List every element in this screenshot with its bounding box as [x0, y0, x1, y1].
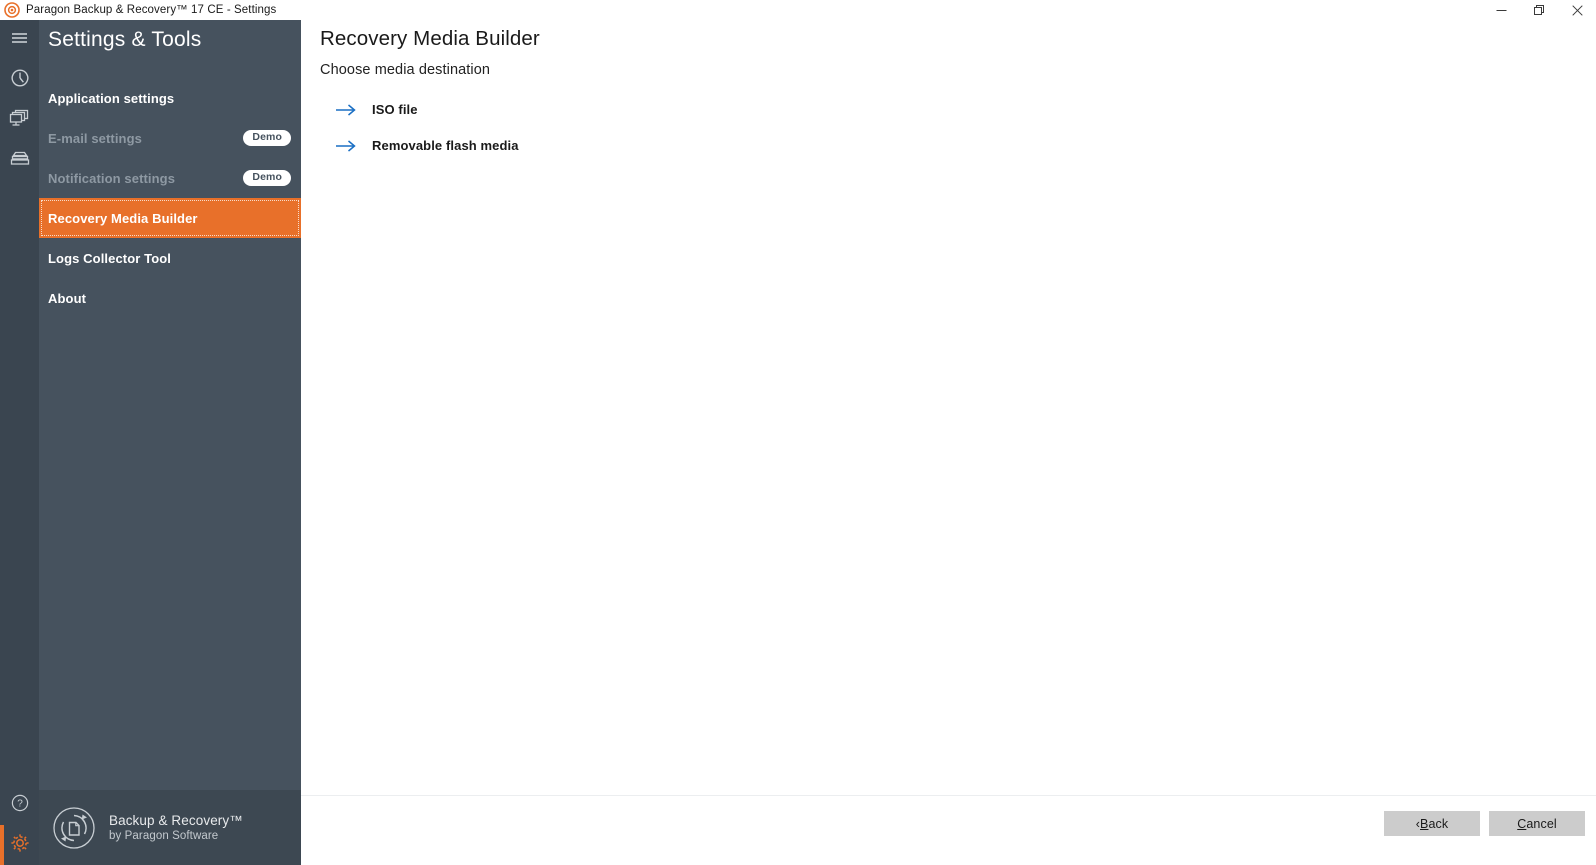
monitors-icon	[9, 108, 31, 133]
sidebar-item-notification-settings[interactable]: Notification settings Demo	[39, 158, 301, 198]
demo-badge: Demo	[243, 130, 291, 146]
brand-text-block: Backup & Recovery™ by Paragon Software	[109, 813, 243, 842]
option-label: Removable flash media	[372, 138, 519, 153]
back-button-accel: B	[1420, 816, 1429, 831]
sidebar-item-label: E-mail settings	[48, 130, 142, 146]
sidebar-brand-footer: Backup & Recovery™ by Paragon Software	[39, 790, 301, 865]
brand-product-name: Backup & Recovery™	[109, 813, 243, 828]
sidebar-item-label: Logs Collector Tool	[48, 250, 171, 266]
sidebar-item-label: About	[48, 290, 87, 306]
backup-recovery-circle-icon	[52, 806, 96, 850]
sidebar-item-logs-collector-tool[interactable]: Logs Collector Tool	[39, 238, 301, 278]
rail-item-drives[interactable]	[0, 140, 39, 180]
cancel-button-accel: C	[1517, 816, 1527, 831]
minimize-icon	[1496, 9, 1506, 11]
restore-icon	[1533, 4, 1544, 15]
option-removable-flash-media[interactable]: Removable flash media	[335, 134, 519, 157]
hamburger-icon	[11, 31, 28, 49]
rail-item-history[interactable]	[0, 60, 39, 100]
sidebar-item-recovery-media-builder[interactable]: Recovery Media Builder	[39, 198, 301, 238]
sidebar-item-label: Notification settings	[48, 170, 176, 186]
brand-vendor: by Paragon Software	[109, 830, 219, 842]
option-iso-file[interactable]: ISO file	[335, 98, 519, 121]
sidebar-item-email-settings[interactable]: E-mail settings Demo	[39, 118, 301, 158]
back-button-rest: ack	[1428, 816, 1449, 831]
demo-badge: Demo	[243, 170, 291, 186]
option-label: ISO file	[372, 102, 418, 117]
sidebar-item-application-settings[interactable]: Application settings	[39, 78, 301, 118]
main-content: Recovery Media Builder Choose media dest…	[301, 20, 1596, 865]
media-destination-options: ISO file Removable flash media	[335, 98, 519, 170]
paragon-logo-icon	[4, 2, 20, 18]
gear-icon	[10, 833, 30, 858]
rail-item-help[interactable]: ?	[0, 785, 39, 825]
sidebar-item-about[interactable]: About	[39, 278, 301, 318]
restore-button[interactable]	[1520, 0, 1558, 20]
rail-item-settings[interactable]	[0, 825, 39, 865]
sidebar-title: Settings & Tools	[48, 28, 202, 51]
active-rail-accent	[0, 825, 4, 865]
rail-item-computers[interactable]	[0, 100, 39, 140]
sidebar-nav-list: Application settings E-mail settings Dem…	[39, 78, 301, 318]
window-controls	[1482, 0, 1596, 20]
page-title: Recovery Media Builder	[320, 27, 540, 50]
clock-icon	[10, 68, 30, 93]
arrow-right-icon	[335, 103, 357, 117]
sidebar-item-label: Recovery Media Builder	[48, 210, 198, 226]
sidebar-item-label: Application settings	[48, 90, 175, 106]
footer-separator	[301, 795, 1596, 796]
arrow-right-icon	[335, 139, 357, 153]
cancel-button[interactable]: Cancel	[1489, 811, 1585, 836]
rail-item-hamburger-menu[interactable]	[0, 20, 39, 60]
window-title: Paragon Backup & Recovery™ 17 CE - Setti…	[26, 4, 277, 16]
sidebar: Settings & Tools Application settings E-…	[39, 20, 301, 865]
disk-stack-icon	[9, 149, 31, 172]
minimize-button[interactable]	[1482, 0, 1520, 20]
cancel-button-rest: ancel	[1526, 816, 1557, 831]
back-button[interactable]: ‹ Back	[1384, 811, 1480, 836]
window-titlebar: Paragon Backup & Recovery™ 17 CE - Setti…	[0, 0, 1596, 20]
svg-text:?: ?	[17, 798, 23, 809]
help-circle-icon: ?	[11, 794, 29, 817]
icon-rail: ?	[0, 20, 39, 865]
close-button[interactable]	[1558, 0, 1596, 20]
sidebar-header: Settings & Tools	[39, 20, 301, 60]
close-icon	[1571, 4, 1583, 16]
dialog-button-bar: ‹ Back Cancel	[1384, 811, 1585, 836]
page-subtitle: Choose media destination	[320, 62, 491, 78]
